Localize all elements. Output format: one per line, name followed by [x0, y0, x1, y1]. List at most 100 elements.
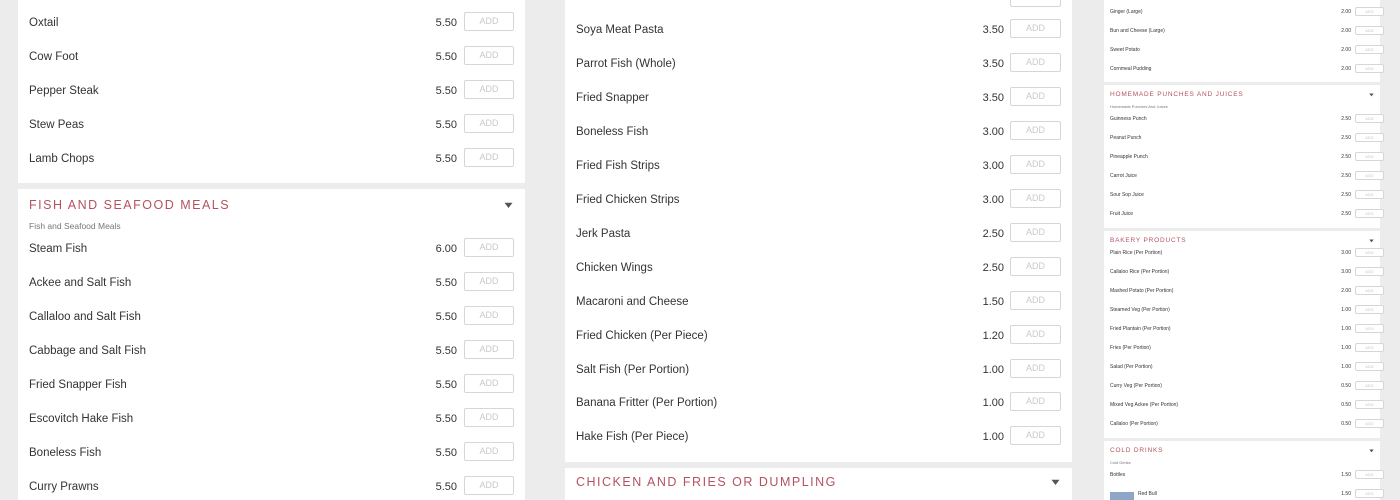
item-price: 1.20: [982, 330, 1004, 342]
add-button[interactable]: ADD: [464, 340, 514, 359]
section-title[interactable]: Fish and Seafood Meals: [29, 198, 230, 212]
item-name: Parrot Fish (Whole): [576, 58, 676, 70]
item-price: 5.50: [435, 481, 457, 493]
item-price: 2.00: [1341, 47, 1351, 53]
add-button[interactable]: ADD: [1355, 114, 1384, 123]
item-name: Ackee and Salt Fish: [29, 277, 132, 289]
add-button[interactable]: ADD: [1355, 362, 1384, 371]
item-price: 2.50: [982, 262, 1004, 274]
chevron-down-icon[interactable]: [504, 202, 513, 209]
add-button[interactable]: ADD: [1355, 381, 1384, 390]
add-button[interactable]: ADD: [1355, 190, 1384, 199]
menu-column-2: ADD Soya Meat Pasta 3.50 ADD Parrot Fish…: [543, 0, 1090, 500]
add-button[interactable]: ADD: [464, 238, 514, 257]
add-button[interactable]: ADD: [1010, 0, 1061, 7]
add-button[interactable]: ADD: [1010, 87, 1061, 106]
item-price: 5.50: [435, 51, 457, 63]
add-button[interactable]: ADD: [1010, 291, 1061, 310]
item-price: 3.50: [982, 58, 1004, 70]
item-name: Chicken Wings: [576, 262, 653, 274]
item-price: 2.00: [1341, 66, 1351, 72]
bakery-panel: Bakery Products Plain Rice (Per Portion)…: [1104, 231, 1384, 438]
item-name: Curry Veg (Per Portion): [1110, 383, 1162, 389]
item-name: Macaroni and Cheese: [576, 296, 689, 308]
add-button[interactable]: ADD: [1010, 53, 1061, 72]
item-price: 1.50: [982, 296, 1004, 308]
add-button[interactable]: ADD: [464, 442, 514, 461]
add-button[interactable]: ADD: [1355, 248, 1384, 257]
add-button[interactable]: ADD: [464, 148, 514, 167]
section-subtitle: Cold Drinks: [1110, 460, 1131, 465]
add-button[interactable]: ADD: [1355, 470, 1384, 479]
section-subtitle: Homemade Punches And Juices: [1110, 104, 1168, 109]
add-button[interactable]: ADD: [1010, 426, 1061, 445]
add-button[interactable]: ADD: [1355, 489, 1384, 498]
add-button[interactable]: ADD: [1010, 223, 1061, 242]
add-button[interactable]: ADD: [1355, 324, 1384, 333]
section-title[interactable]: Chicken and Fries or Dumpling: [576, 475, 837, 489]
add-button[interactable]: ADD: [1355, 400, 1384, 409]
section-title[interactable]: Homemade Punches and Juices: [1110, 91, 1244, 98]
add-button[interactable]: ADD: [1355, 133, 1384, 142]
item-price: 5.50: [435, 311, 457, 323]
add-button[interactable]: ADD: [464, 114, 514, 133]
item-name: Fries (Per Portion): [1110, 345, 1151, 351]
add-button[interactable]: ADD: [1010, 325, 1061, 344]
item-price: 3.00: [1341, 250, 1351, 256]
item-name: Cow Foot: [29, 51, 79, 63]
add-button[interactable]: ADD: [1010, 392, 1061, 411]
item-price: 5.50: [435, 153, 457, 165]
add-button[interactable]: ADD: [464, 46, 514, 65]
add-button[interactable]: ADD: [1010, 359, 1061, 378]
item-name: Carrot Juice: [1110, 173, 1137, 179]
add-button[interactable]: ADD: [464, 374, 514, 393]
chevron-down-icon[interactable]: [1369, 93, 1374, 97]
chevron-down-icon[interactable]: [1369, 449, 1374, 453]
add-button[interactable]: ADD: [1355, 45, 1384, 54]
chevron-down-icon[interactable]: [1051, 479, 1060, 486]
section-title[interactable]: Bakery Products: [1110, 237, 1186, 244]
add-button[interactable]: ADD: [1010, 155, 1061, 174]
add-button[interactable]: ADD: [1355, 305, 1384, 314]
add-button[interactable]: ADD: [1355, 286, 1384, 295]
add-button[interactable]: ADD: [1355, 209, 1384, 218]
cold-drinks-panel: Cold Drinks Cold Drinks Bottles 1.50 ADD…: [1104, 441, 1384, 500]
section-title[interactable]: Cold Drinks: [1110, 447, 1163, 454]
item-price: 5.50: [435, 379, 457, 391]
add-button[interactable]: ADD: [464, 408, 514, 427]
item-name: Cornmeal Pudding: [1110, 66, 1152, 72]
bakery-top-panel: Ginger (Large) 2.00 ADD Bun and Cheese (…: [1104, 0, 1384, 82]
add-button[interactable]: ADD: [1355, 267, 1384, 276]
add-button[interactable]: ADD: [464, 12, 514, 31]
add-button[interactable]: ADD: [464, 476, 514, 495]
fish-seafood-panel: Fish and Seafood Meals Fish and Seafood …: [18, 189, 525, 500]
item-price: 1.00: [1341, 326, 1351, 332]
add-button[interactable]: ADD: [1355, 152, 1384, 161]
add-button[interactable]: ADD: [1010, 121, 1061, 140]
item-name: Plain Rice (Per Portion): [1110, 250, 1163, 256]
add-button[interactable]: ADD: [1010, 189, 1061, 208]
item-name: Mashed Potato (Per Portion): [1110, 288, 1174, 294]
meat-meals-panel: Oxtail 5.50 ADD Cow Foot 5.50 ADD Pepper…: [18, 0, 525, 183]
add-button[interactable]: ADD: [1010, 19, 1061, 38]
add-button[interactable]: ADD: [464, 80, 514, 99]
item-price: 2.50: [1341, 192, 1351, 198]
add-button[interactable]: ADD: [1355, 419, 1384, 428]
add-button[interactable]: ADD: [1355, 26, 1384, 35]
add-button[interactable]: ADD: [1010, 257, 1061, 276]
item-name: Steam Fish: [29, 243, 88, 255]
add-button[interactable]: ADD: [1355, 7, 1384, 16]
item-price: 1.50: [1341, 491, 1351, 497]
item-name: Stew Peas: [29, 119, 84, 131]
add-button[interactable]: ADD: [1355, 64, 1384, 73]
add-button[interactable]: ADD: [1355, 343, 1384, 352]
item-price: 5.50: [435, 345, 457, 357]
add-button[interactable]: ADD: [464, 272, 514, 291]
add-button[interactable]: ADD: [1355, 171, 1384, 180]
chevron-down-icon[interactable]: [1369, 239, 1374, 243]
add-button[interactable]: ADD: [464, 306, 514, 325]
item-price: 1.00: [1341, 364, 1351, 370]
product-thumbnail: [1110, 492, 1134, 500]
item-name: Fried Plantain (Per Portion): [1110, 326, 1171, 332]
item-name: Callaloo (Per Portion): [1110, 421, 1158, 427]
